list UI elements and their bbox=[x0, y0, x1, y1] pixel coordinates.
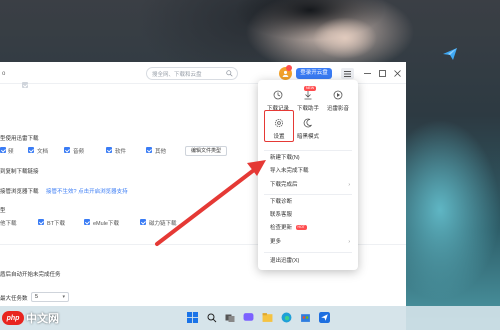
task-view-icon[interactable] bbox=[223, 311, 236, 324]
titlebar-fragment: o bbox=[2, 71, 6, 77]
history-icon bbox=[273, 90, 283, 100]
checkbox-label: 文档 bbox=[37, 149, 49, 155]
menu-separator bbox=[264, 194, 352, 195]
menu-new-download[interactable]: 新建下载(N) bbox=[270, 153, 352, 163]
settings-line: 盾后自动开始未完成任务 bbox=[0, 272, 61, 278]
menu-separator bbox=[264, 150, 352, 151]
menu-label: 下载完成后 bbox=[270, 182, 298, 188]
checkbox-type-0[interactable] bbox=[0, 147, 6, 153]
menu-label: 更多 bbox=[270, 239, 282, 245]
user-icon bbox=[282, 70, 289, 77]
chat-app-icon[interactable] bbox=[242, 311, 255, 324]
checkbox-magnet[interactable] bbox=[140, 219, 146, 225]
chevron-down-icon: ▾ bbox=[62, 294, 65, 300]
windows-start-icon[interactable] bbox=[186, 311, 199, 324]
main-menu-dropdown: 下载记录 下载助手 NEW 迅雷影音 设置 暗黑模式 新建下载(N) 导入未完成… bbox=[258, 80, 358, 270]
watermark-text: 中文网 bbox=[26, 313, 59, 325]
settings-line: 型 bbox=[0, 208, 6, 214]
minimize-button[interactable] bbox=[362, 68, 372, 78]
menu-dark-mode[interactable]: 暗黑模式 bbox=[294, 118, 322, 140]
menu-download-diagnosis[interactable]: 下载诊断 bbox=[270, 197, 352, 207]
new-badge: NEW bbox=[304, 86, 317, 91]
edit-file-types-button[interactable]: 编辑文件类型 bbox=[185, 146, 227, 156]
max-tasks-select[interactable]: 5 ▾ bbox=[31, 292, 69, 302]
maximize-button[interactable] bbox=[377, 68, 387, 78]
checkbox-label: eMule下载 bbox=[93, 221, 119, 227]
checkbox-type-2[interactable] bbox=[64, 147, 70, 153]
checkbox-type-1[interactable] bbox=[28, 147, 34, 153]
takeover-label: 接管浏览器下载 bbox=[0, 189, 39, 195]
watermark-logo: php bbox=[2, 311, 24, 325]
menu-exit[interactable]: 退出迅雷(X) bbox=[270, 256, 352, 266]
menu-label: 下载助手 bbox=[296, 106, 319, 112]
video-player-icon bbox=[333, 90, 343, 100]
search-placeholder: 搜全网、下载和云盘 bbox=[152, 72, 202, 78]
checkbox-label: 其他 bbox=[155, 149, 167, 155]
menu-label: 导入未完成下载 bbox=[270, 168, 309, 174]
chevron-right-icon: › bbox=[348, 239, 350, 245]
search-input[interactable]: 搜全网、下载和云盘 bbox=[146, 67, 238, 80]
menu-after-download[interactable]: 下载完成后 › bbox=[270, 180, 352, 190]
xunlei-taskbar-icon[interactable] bbox=[318, 311, 331, 324]
main-menu-button[interactable] bbox=[341, 68, 354, 79]
menu-import-unfinished[interactable]: 导入未完成下载 bbox=[270, 166, 352, 176]
menu-contact-support[interactable]: 联系客服 bbox=[270, 210, 352, 220]
settings-line: 接管浏览器下载 接管不生效? 点击开启浏览器支持 bbox=[0, 187, 128, 195]
search-icon bbox=[226, 70, 233, 77]
menu-label: 新建下载(N) bbox=[270, 155, 300, 161]
checkbox-label: 他下载 bbox=[0, 221, 17, 227]
checkbox-label: BT下载 bbox=[47, 221, 66, 227]
settings-line: 最大任务数 bbox=[0, 296, 28, 302]
menu-separator bbox=[264, 252, 352, 253]
xunlei-desktop-icon[interactable] bbox=[438, 42, 462, 66]
checkbox-emule[interactable] bbox=[84, 219, 90, 225]
chevron-right-icon: › bbox=[348, 182, 350, 188]
menu-check-update[interactable]: 检查更新 HOT bbox=[270, 223, 352, 233]
settings-highlight-box bbox=[264, 110, 294, 142]
wallpaper-face bbox=[300, 8, 390, 63]
moon-icon bbox=[303, 118, 312, 128]
minimize-icon bbox=[363, 72, 371, 74]
notification-badge bbox=[286, 65, 292, 71]
file-explorer-icon[interactable] bbox=[261, 311, 274, 324]
store-icon[interactable] bbox=[299, 311, 312, 324]
menu-label: 下载诊断 bbox=[270, 199, 293, 205]
checkbox-label: 音频 bbox=[73, 149, 85, 155]
menu-label: 联系客服 bbox=[270, 212, 293, 218]
menu-more[interactable]: 更多 › bbox=[270, 237, 352, 247]
login-cloud-button[interactable]: 登录开云盘 bbox=[296, 68, 332, 79]
checkbox[interactable] bbox=[22, 82, 28, 88]
menu-download-history[interactable]: 下载记录 bbox=[264, 90, 292, 112]
edge-browser-icon[interactable] bbox=[280, 311, 293, 324]
close-button[interactable] bbox=[392, 68, 402, 78]
takeover-help-link[interactable]: 接管不生效? 点击开启浏览器支持 bbox=[46, 189, 128, 195]
menu-label: 退出迅雷(X) bbox=[270, 258, 300, 264]
menu-label: 检查更新 bbox=[270, 225, 293, 231]
max-tasks-value: 5 bbox=[35, 294, 39, 300]
checkbox-type-3[interactable] bbox=[106, 147, 112, 153]
maximize-icon bbox=[378, 69, 386, 77]
settings-line: 型使用迅雷下载 bbox=[0, 136, 39, 142]
close-icon bbox=[393, 69, 401, 77]
checkbox-bt[interactable] bbox=[38, 219, 44, 225]
checkbox-label: 磁力链下载 bbox=[149, 221, 177, 227]
watermark: php 中文网 bbox=[2, 310, 59, 326]
menu-download-assistant[interactable]: 下载助手 bbox=[294, 90, 322, 112]
hamburger-icon bbox=[344, 70, 351, 77]
checkbox-label: 软件 bbox=[115, 149, 127, 155]
checkbox-type-4[interactable] bbox=[146, 147, 152, 153]
settings-line: 到复制下载链接 bbox=[0, 169, 39, 175]
menu-label: 暗黑模式 bbox=[296, 134, 319, 140]
menu-label: 迅雷影音 bbox=[326, 106, 349, 112]
menu-video-player[interactable]: 迅雷影音 bbox=[324, 90, 352, 112]
checkbox-label: 频 bbox=[8, 149, 14, 155]
hot-badge: HOT bbox=[295, 225, 307, 231]
taskbar bbox=[0, 306, 500, 330]
taskbar-search-icon[interactable] bbox=[205, 311, 218, 324]
download-assistant-icon bbox=[304, 91, 312, 100]
